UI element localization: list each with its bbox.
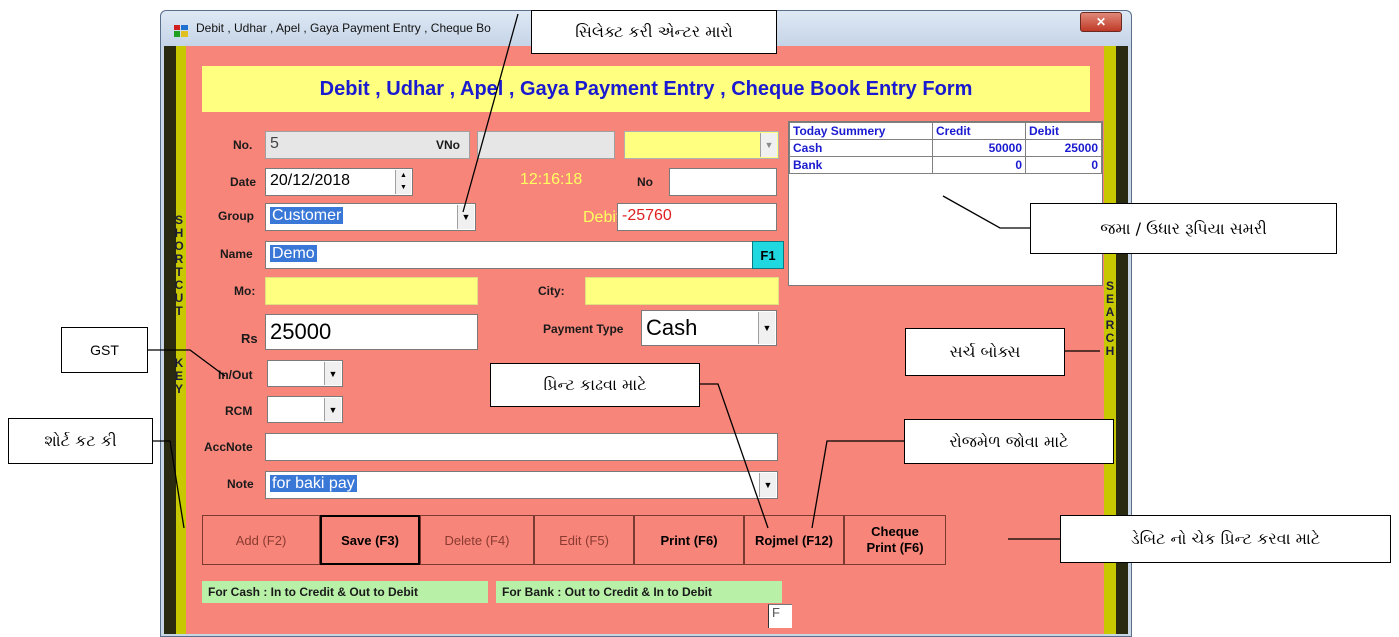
callout-print-help: પ્રિન્ટ કાઢવા માટે: [490, 363, 700, 407]
summary-cell-label: Cash: [789, 139, 933, 157]
edit-button[interactable]: Edit (F5): [534, 515, 634, 565]
print-button[interactable]: Print (F6): [634, 515, 744, 565]
chevron-down-icon[interactable]: ▼: [760, 133, 777, 157]
no2-field[interactable]: [669, 168, 777, 196]
summary-table: Today Summery Credit Debit Cash 50000 25…: [789, 122, 1102, 174]
form-heading: Debit , Udhar , Apel , Gaya Payment Entr…: [319, 78, 973, 100]
summary-cell-debit: 0: [1025, 156, 1102, 174]
rs-field[interactable]: 25000: [265, 314, 478, 350]
group-select[interactable]: Customer ▼: [265, 203, 476, 231]
note-select[interactable]: for baki pay ▼: [265, 471, 778, 499]
time-display: 12:16:18: [520, 171, 583, 188]
window-title: Debit , Udhar , Apel , Gaya Payment Entr…: [196, 21, 491, 35]
letter: H: [1105, 344, 1115, 358]
callout-shortcut-key: શોર્ટ કટ કી: [8, 418, 153, 464]
stray-text: F: [772, 605, 780, 620]
payment-type-value: Cash: [646, 315, 698, 340]
group-value: Customer: [270, 207, 344, 224]
stray-field: F: [768, 604, 792, 628]
summary-header: Debit: [1025, 122, 1102, 140]
callout-cheque-help: ડેબિટ નો ચેક પ્રિન્ટ કરવા માટે: [1060, 515, 1391, 563]
callout-search-box: સર્ચ બોક્સ: [905, 328, 1065, 376]
rcm-label: RCM: [225, 404, 253, 418]
letter: [170, 318, 188, 331]
chevron-down-icon[interactable]: ▼: [324, 398, 341, 421]
chevron-down-icon[interactable]: ▼: [759, 473, 776, 497]
chevron-down-icon[interactable]: ▼: [457, 205, 474, 229]
accnote-field[interactable]: [265, 433, 778, 461]
cheque-print-button[interactable]: Cheque Print (F6): [844, 515, 946, 565]
rojmel-button[interactable]: Rojmel (F12): [744, 515, 844, 565]
date-spinner[interactable]: ▲ ▼: [395, 170, 411, 194]
summary-cell-credit: 0: [932, 156, 1026, 174]
search-letters: S E A R C H: [1103, 280, 1117, 358]
no2-label: No: [637, 175, 653, 189]
save-button[interactable]: Save (F3): [320, 515, 420, 565]
chevron-down-icon[interactable]: ▼: [758, 312, 775, 344]
close-button[interactable]: ✕: [1080, 12, 1122, 32]
f1-button[interactable]: F1: [752, 241, 784, 269]
payment-type-label: Payment Type: [543, 322, 624, 336]
app-icon: [174, 24, 188, 37]
city-field[interactable]: [585, 277, 779, 305]
date-label: Date: [230, 175, 257, 189]
date-field[interactable]: 20/12/2018: [265, 168, 413, 196]
inout-label: In/Out: [218, 368, 253, 382]
group-label: Group: [218, 209, 254, 223]
chevron-down-icon[interactable]: ▼: [324, 362, 341, 385]
cheque-print-line2: Print (F6): [866, 540, 924, 555]
inout-select[interactable]: ▼: [267, 360, 343, 387]
close-icon: ✕: [1095, 15, 1107, 29]
callout-select-enter: સિલેક્ટ કરી એન્ટર મારો: [531, 10, 777, 54]
name-label: Name: [220, 247, 253, 261]
summary-row: Bank 0 0: [789, 156, 1102, 174]
summary-cell-label: Bank: [789, 156, 933, 174]
payment-type-select[interactable]: Cash ▼: [641, 310, 777, 346]
note-label: Note: [227, 477, 254, 491]
callout-gst: GST: [61, 327, 148, 373]
summary-header-row: Today Summery Credit Debit: [789, 122, 1102, 140]
vno-label: VNo: [436, 138, 460, 152]
debit-field[interactable]: -25760: [617, 203, 777, 231]
button-bar: Add (F2) Save (F3) Delete (F4) Edit (F5)…: [202, 515, 1008, 565]
cheque-print-line1: Cheque: [871, 524, 919, 539]
shortcut-key-letters: S H O R T C U T K E Y: [170, 214, 188, 396]
mo-field[interactable]: [265, 277, 478, 305]
city-label: City:: [538, 284, 565, 298]
hint-bank: For Bank : Out to Credit & In to Debit: [496, 581, 782, 603]
delete-button[interactable]: Delete (F4): [420, 515, 534, 565]
summary-header: Today Summery: [789, 122, 933, 140]
no-label: No.: [233, 138, 253, 152]
summary-row: Cash 50000 25000: [789, 139, 1102, 157]
vno-combo[interactable]: ▼: [624, 131, 779, 159]
note-value: for baki pay: [270, 475, 357, 492]
summary-cell-credit: 50000: [932, 139, 1026, 157]
summary-cell-debit: 25000: [1025, 139, 1102, 157]
rcm-select[interactable]: ▼: [267, 396, 343, 423]
letter: Y: [174, 382, 183, 396]
vno-field[interactable]: [477, 131, 615, 159]
callout-summary: જમા / ઉધાર રૂપિયા સમરી: [1030, 203, 1337, 254]
callout-rojmel-help: રોજમેળ જોવા માટે: [904, 419, 1114, 464]
accnote-label: AccNote: [204, 440, 253, 454]
debit-label: Debit: [583, 209, 621, 226]
add-button[interactable]: Add (F2): [202, 515, 320, 565]
mo-label: Mo:: [234, 284, 256, 298]
letter: T: [175, 304, 183, 318]
name-field[interactable]: Demo: [265, 241, 770, 269]
name-value: Demo: [270, 245, 317, 262]
hint-cash: For Cash : In to Credit & Out to Debit: [202, 581, 488, 603]
rs-label: Rs: [241, 331, 258, 346]
summary-header: Credit: [932, 122, 1026, 140]
